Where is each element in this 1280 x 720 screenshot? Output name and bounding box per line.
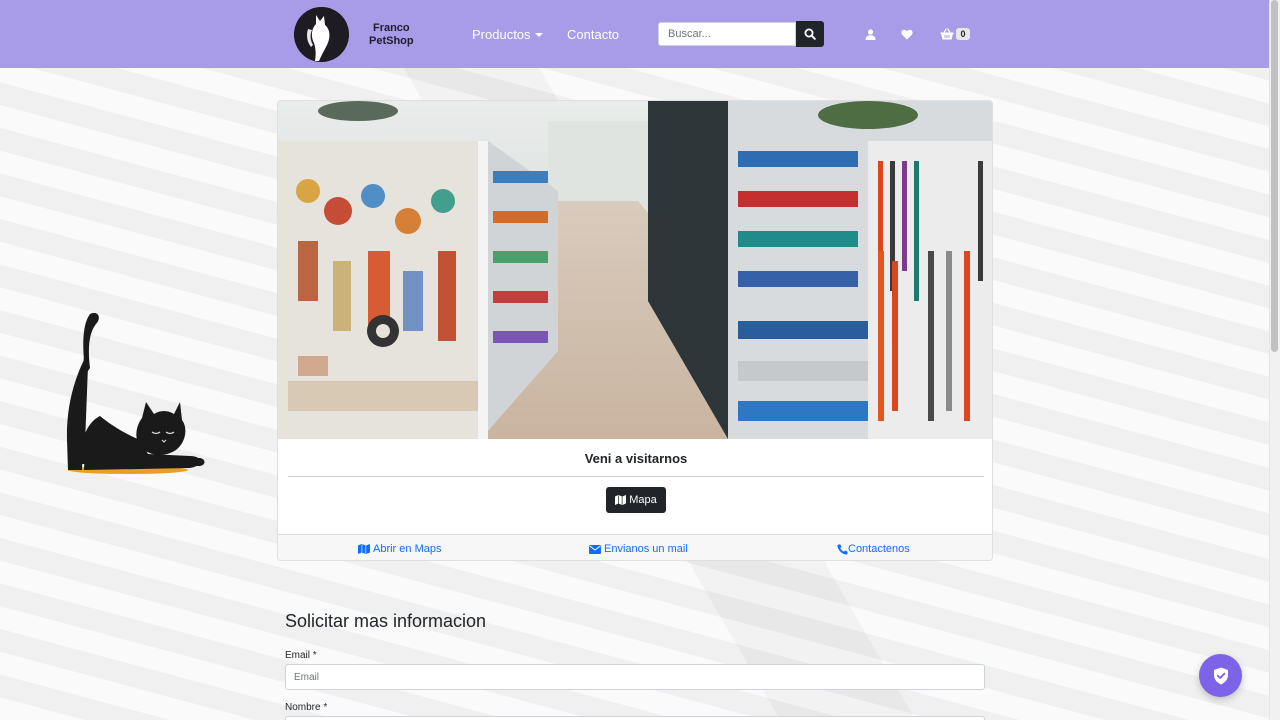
email-label: Envianos un mail (604, 543, 688, 555)
navbar: Franco PetShop Productos Contacto Buscar… (0, 0, 1269, 68)
chevron-down-icon (534, 33, 543, 37)
wishlist-button[interactable] (900, 27, 914, 41)
map-icon (615, 495, 627, 505)
scrollbar-thumb[interactable] (1271, 0, 1278, 352)
email-field[interactable] (285, 664, 985, 690)
nav-products-label: Productos (472, 27, 531, 42)
user-account-button[interactable] (863, 27, 877, 41)
open-maps-label: Abrir en Maps (373, 543, 442, 555)
name-field[interactable] (285, 716, 985, 720)
stretching-cat-illustration (60, 308, 210, 478)
search-button[interactable] (796, 21, 824, 47)
name-label: Nombre * (285, 702, 328, 713)
page-scrollbar[interactable] (1269, 0, 1280, 720)
privacy-shield-button[interactable] (1199, 654, 1242, 697)
envelope-icon (589, 544, 601, 554)
user-icon (865, 28, 875, 40)
open-maps-link[interactable]: Abrir en Maps (358, 543, 441, 555)
visit-us-card: Veni a visitarnos Mapa Abrir en Maps Env… (277, 100, 993, 561)
email-link[interactable]: Envianos un mail (589, 543, 688, 555)
form-title: Solicitar mas informacion (285, 611, 487, 631)
search-input[interactable] (658, 22, 796, 46)
pet-silhouette-icon (294, 7, 349, 62)
nav-products-dropdown[interactable]: Productos (472, 27, 543, 42)
brand-logo (294, 7, 349, 62)
cart-button[interactable] (940, 27, 954, 41)
divider (288, 476, 984, 477)
phone-icon (837, 544, 848, 555)
card-title: Veni a visitarnos (584, 451, 688, 466)
pet-store-aisle-photo (278, 101, 992, 439)
map-button-label: Mapa (629, 494, 657, 506)
basket-icon (940, 28, 954, 40)
email-label: Email * (285, 650, 317, 661)
contact-phone-link[interactable]: Contactenos (837, 543, 910, 555)
contact-label: Contactenos (848, 543, 910, 555)
brand-name-line2: PetShop (369, 34, 414, 47)
brand-link[interactable]: Franco PetShop (294, 7, 424, 62)
card-footer: Abrir en Maps Envianos un mail Contacten… (278, 534, 992, 560)
map-icon (358, 544, 370, 554)
heart-icon (901, 29, 913, 39)
search-icon (804, 28, 816, 40)
brand-name-line1: Franco (372, 21, 410, 34)
shield-check-icon (1213, 667, 1228, 684)
nav-contact-link[interactable]: Contacto (567, 27, 619, 42)
brand-name: Franco PetShop (369, 22, 414, 48)
store-photo (278, 101, 992, 439)
cat-icon (66, 312, 205, 474)
cart-count-badge: 0 (956, 28, 970, 40)
map-button[interactable]: Mapa (606, 487, 666, 513)
